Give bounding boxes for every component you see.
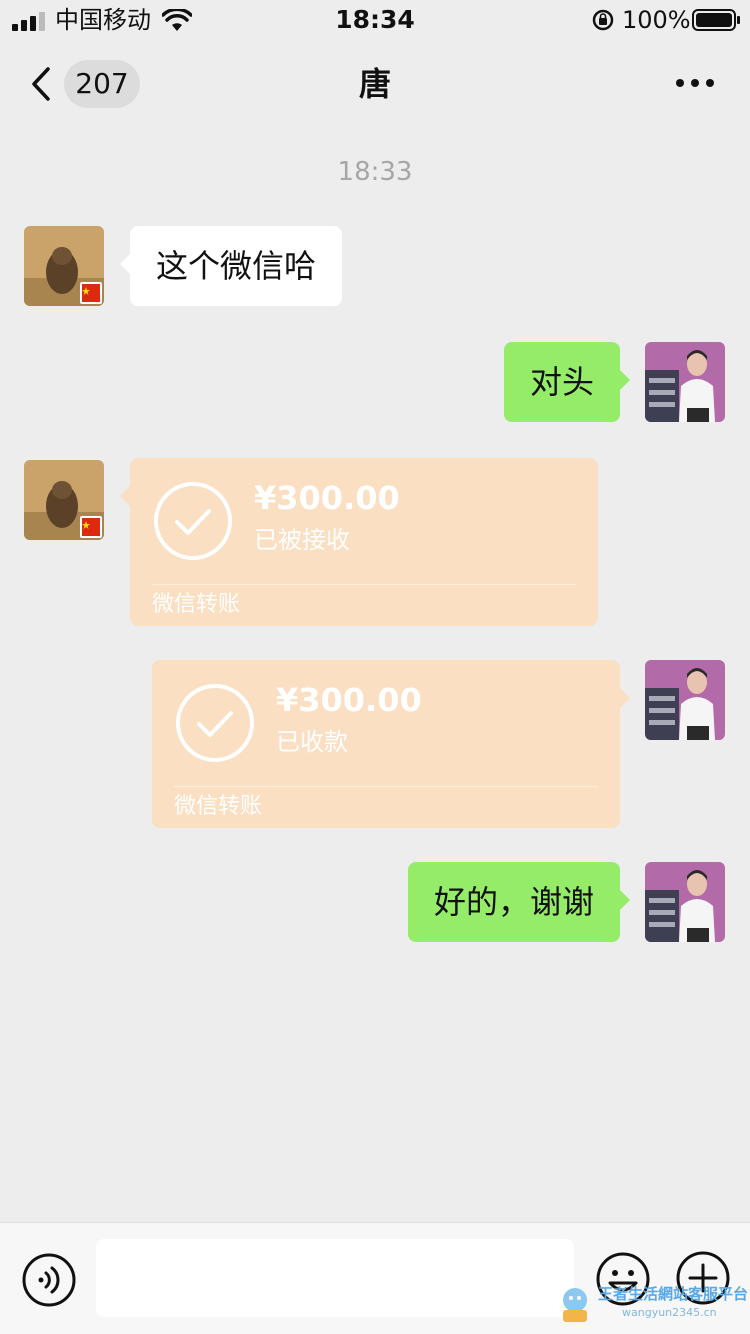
more-icon[interactable] [670, 68, 720, 98]
self-avatar[interactable] [645, 862, 725, 942]
status-bar: 中国移动 18:34 100% [0, 0, 750, 40]
orientation-lock-icon [592, 9, 614, 31]
transfer-divider [152, 584, 576, 585]
check-circle-icon [154, 482, 232, 560]
self-avatar[interactable] [645, 660, 725, 740]
flag-icon [82, 518, 100, 536]
check-circle-icon [176, 684, 254, 762]
watermark-logo-icon [563, 1288, 587, 1322]
message-bubble[interactable]: 这个微信哈 [119, 226, 343, 306]
message-text: 好的，谢谢 [433, 883, 594, 921]
self-avatar[interactable] [645, 342, 725, 422]
contact-avatar[interactable] [24, 460, 104, 540]
battery-percent: 100% [622, 6, 691, 34]
transfer-amount: ¥300.00 [254, 479, 400, 517]
transfer-status: 已收款 [276, 728, 348, 756]
watermark: 王者生活網站客服平台 wangyun2345.cn [558, 1282, 748, 1328]
transfer-divider [174, 786, 598, 787]
chat-header: 207 唐 [0, 44, 750, 124]
message-bubble[interactable]: 对头 [503, 342, 631, 422]
message-text: 这个微信哈 [156, 247, 317, 285]
transfer-status: 已被接收 [254, 526, 350, 554]
message-input[interactable] [96, 1239, 574, 1317]
transfer-card[interactable]: ¥300.00 已收款 微信转账 [152, 660, 630, 828]
chat-title: 唐 [358, 65, 391, 103]
watermark-title: 王者生活網站客服平台 [598, 1285, 749, 1303]
contact-avatar[interactable] [24, 226, 104, 306]
voice-icon[interactable] [22, 1253, 76, 1307]
battery-icon [692, 9, 740, 31]
transfer-amount: ¥300.00 [276, 681, 422, 719]
message-timestamp: 18:33 [337, 157, 413, 187]
watermark-url: wangyun2345.cn [622, 1306, 717, 1319]
transfer-label: 微信转账 [152, 592, 241, 617]
transfer-card[interactable]: ¥300.00 已被接收 微信转账 [120, 458, 598, 626]
message-bubble[interactable]: 好的，谢谢 [407, 862, 631, 942]
flag-icon [82, 284, 100, 302]
message-text: 对头 [529, 363, 594, 401]
transfer-label: 微信转账 [174, 794, 263, 819]
